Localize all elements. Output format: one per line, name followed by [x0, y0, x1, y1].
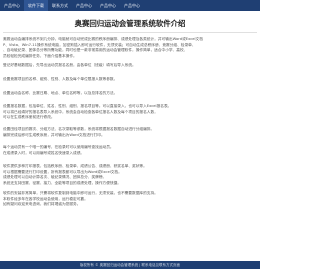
paragraph-line: 登记好基础数据后，先导出运动员报名名册，由各单位（班级）填写后导入系统。 — [3, 63, 136, 67]
page-title: 奥赛回归运动会管理系统软件介绍 — [74, 19, 186, 28]
nav-item-products-3[interactable]: 产品中心 — [96, 0, 120, 11]
paragraph-line: 系统还支持田赛、径赛、接力、全能等项目的成绩处理，操作方便快捷。 — [3, 180, 121, 185]
paragraph-2: 登记好基础数据后，先导出运动员报名名册，由各单位（班级）填写后导入系统。 — [3, 63, 257, 69]
paragraph-5: 设置报名数据，包括单位、姓名、性别、组别、报名项目等。可以直接录入，也可以导入E… — [3, 104, 257, 121]
paragraph-7: 每个运动员有一个唯一的编号，在检录时可以使用编号查找运动员。 在成绩录入时，可以… — [3, 145, 257, 156]
paragraph-6: 设置田径项目的赛次、分组方法、名次录取等参数，系统将根据报名数据自动进行分组编排… — [3, 127, 257, 138]
paragraph-line: 编排完成后即可生成秩序册，并可输出为Word文档进行打印。 — [3, 132, 105, 137]
nav-item-products-2[interactable]: 产品中心 — [72, 0, 96, 11]
paragraph-line: 设置运动会名称、比赛日期、地点、单位名称等，以及总排名的方法。 — [3, 91, 118, 95]
paragraph-9: 软件的安装非常简单，只需将软件复制到电脑中即可运行，无须安装，也不需要数据库的支… — [3, 191, 257, 208]
paragraph-line: 如有疑问欢迎来电咨询，我们将竭诚为您服务。 — [3, 202, 81, 206]
intro-paragraph: 奥赛运动会编排系统不到几分钟，电脑就可自动完成比赛的秩序册编排、成绩处理及各类统… — [3, 37, 257, 59]
paragraph-8: 软件提供多种打印报表，包括秩序册、检录单、成绩公告、成绩册、获奖名单、奖状等。 … — [3, 164, 257, 186]
paragraph-4: 设置运动会名称、比赛日期、地点、单位名称等，以及总排名的方法。 — [3, 91, 257, 97]
paragraph-3: 设置竞赛项目的名称、组别、性别、人数及每个单位限报人数等参数。 — [3, 77, 257, 83]
nav-item-download[interactable]: 软件下载 — [24, 0, 48, 11]
paragraph-line: 可以在生成秩序册前进行修改。 — [3, 115, 55, 119]
title-divider — [3, 32, 257, 33]
nav-item-products-4[interactable]: 产品中心 — [120, 0, 144, 11]
paragraph-line: 设置竞赛项目的名称、组别、性别、人数及每个单位限报人数等参数。 — [3, 77, 118, 81]
nav-item-products[interactable]: 产品中心 — [0, 0, 24, 11]
nav-item-contact[interactable]: 联系方式 — [48, 0, 72, 11]
paragraph-line: 在成绩录入时，可以用编号或姓名快速录入成绩。 — [3, 150, 85, 155]
paragraph-line: 员较轻松完成编排任务，下面介绍基本操作。 — [3, 53, 77, 58]
footer: 版权所有 © 奥赛回归运动会管理系统 | 联系电话见联系方式页面 — [0, 261, 260, 269]
main-content: 奥赛回归运动会管理系统软件介绍 奥赛运动会编排系统不到几分钟，电脑就可自动完成比… — [0, 11, 260, 269]
top-nav-bar: 产品中心 软件下载 联系方式 产品中心 产品中心 产品中心 — [0, 0, 260, 11]
